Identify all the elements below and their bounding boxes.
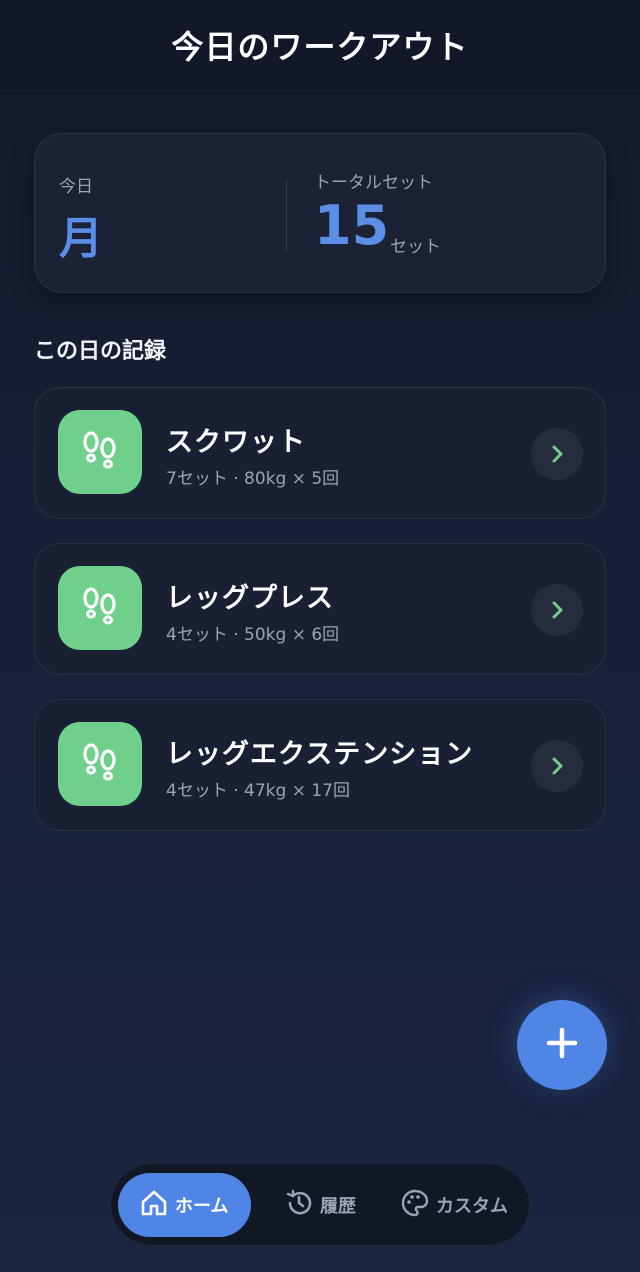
nav-item-history[interactable]: 履歴: [284, 1173, 356, 1237]
today-label: 今日: [59, 177, 93, 197]
chevron-right-icon[interactable]: [531, 428, 583, 480]
app-header: 今日のワークアウト: [0, 0, 640, 91]
palette-icon: [400, 1188, 436, 1223]
exercise-detail: 4セット · 50kg × 6回: [166, 625, 340, 645]
summary-divider: [286, 179, 287, 251]
exercise-icon-box: [58, 410, 142, 494]
bottom-nav: ホーム 履歴 カスタム: [110, 1163, 530, 1246]
total-sets-label: トータルセット: [314, 173, 433, 193]
summary-card: 今日 月 トータルセット 15 セット: [34, 133, 606, 293]
page-title: 今日のワークアウト: [171, 28, 469, 66]
nav-label: 履歴: [320, 1196, 356, 1217]
section-title: この日の記録: [34, 339, 167, 364]
exercise-name: レッグプレス: [166, 583, 334, 614]
footprints-icon: [80, 584, 120, 632]
exercise-icon-box: [58, 722, 142, 806]
nav-item-home[interactable]: ホーム: [118, 1173, 251, 1237]
home-icon: [139, 1188, 175, 1223]
footprints-icon: [80, 740, 120, 788]
chevron-right-icon[interactable]: [531, 584, 583, 636]
nav-item-custom[interactable]: カスタム: [400, 1173, 508, 1237]
nav-label: ホーム: [175, 1196, 229, 1217]
total-sets-value: 15: [314, 194, 390, 257]
exercise-name: レッグエクステンション: [166, 739, 474, 770]
nav-label: カスタム: [436, 1196, 508, 1217]
exercise-name: スクワット: [166, 427, 306, 458]
exercise-icon-box: [58, 566, 142, 650]
add-workout-button[interactable]: [517, 1000, 607, 1090]
exercise-card[interactable]: スクワット 7セット · 80kg × 5回: [34, 387, 606, 519]
exercise-detail: 7セット · 80kg × 5回: [166, 469, 340, 489]
history-icon: [284, 1188, 320, 1223]
plus-icon: [545, 1026, 579, 1064]
today-value: 月: [59, 213, 103, 264]
exercise-card[interactable]: レッグエクステンション 4セット · 47kg × 17回: [34, 699, 606, 831]
footprints-icon: [80, 428, 120, 476]
exercise-detail: 4セット · 47kg × 17回: [166, 781, 350, 801]
total-sets-unit: セット: [390, 237, 441, 257]
exercise-card[interactable]: レッグプレス 4セット · 50kg × 6回: [34, 543, 606, 675]
chevron-right-icon[interactable]: [531, 740, 583, 792]
